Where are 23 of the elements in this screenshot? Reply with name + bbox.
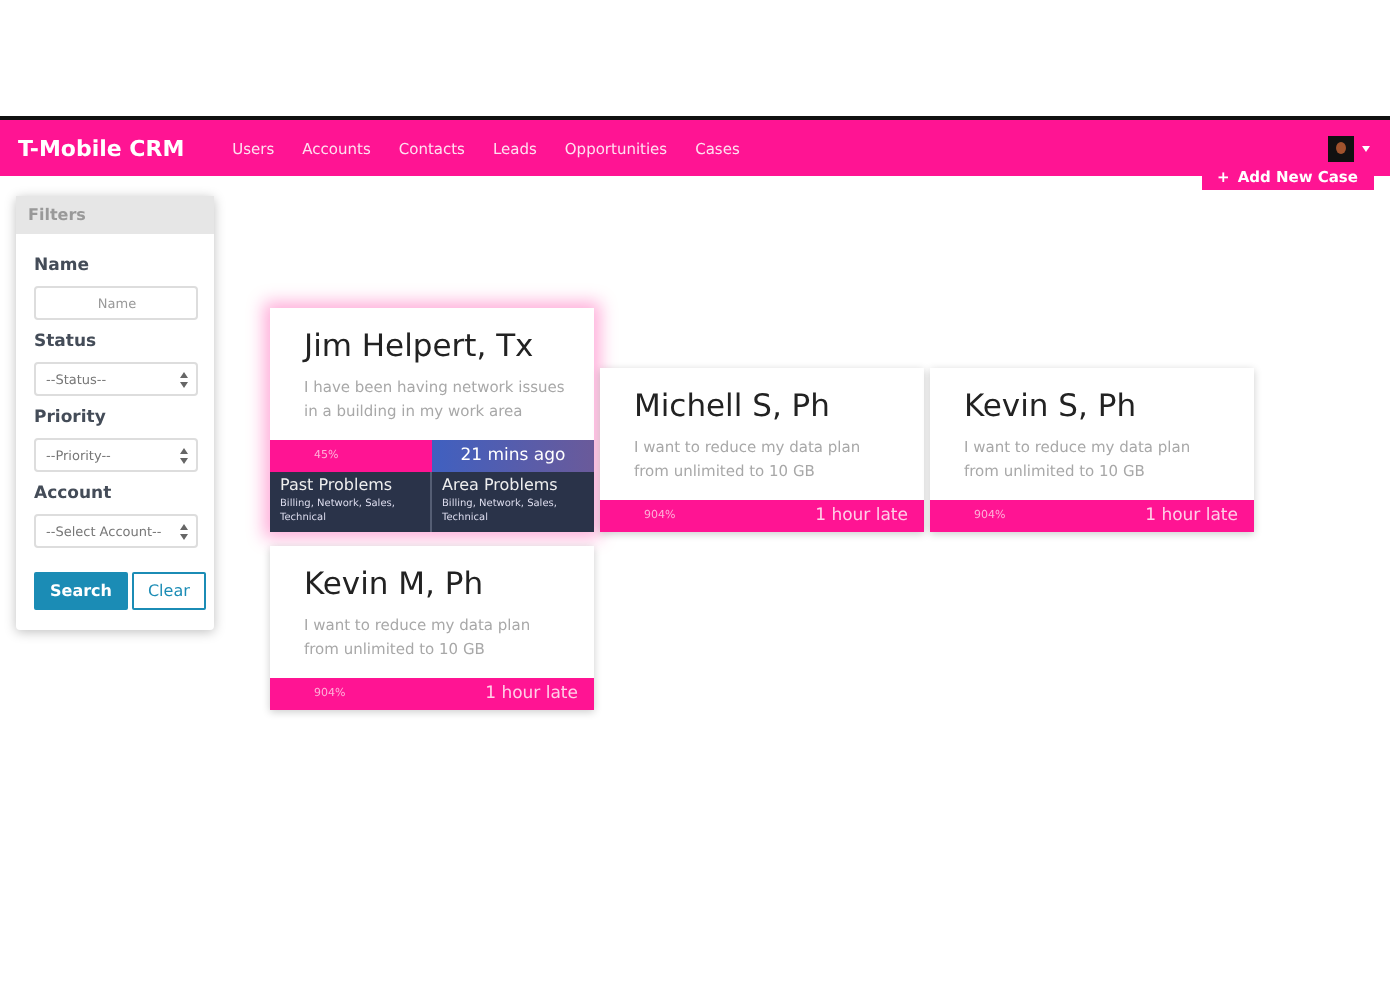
spinner-arrows-icon [180, 371, 188, 387]
problems-title: Area Problems [442, 476, 560, 494]
field-label: Priority [34, 408, 108, 428]
field-label: Name [34, 256, 91, 276]
customer-name: Kevin S, Ph [964, 388, 1139, 424]
customer-name: Kevin M, Ph [304, 566, 486, 602]
field-label: Status [34, 332, 99, 352]
clear-button[interactable]: Clear [131, 572, 206, 610]
time-label: 21 mins ago [432, 440, 594, 472]
spinner-arrows-icon [180, 523, 188, 539]
avatar-icon[interactable] [1328, 135, 1354, 161]
time-label: 1 hour late [1092, 500, 1254, 532]
search-button[interactable]: Search [34, 572, 128, 610]
spinner-arrows-icon [180, 447, 188, 463]
time-label: 1 hour late [762, 500, 924, 532]
customer-name: Michell S, Ph [634, 388, 832, 424]
customer-name: Jim Helpert, Tx [304, 328, 536, 364]
filters-header: Filters [16, 196, 214, 234]
caret-icon[interactable] [1362, 145, 1370, 151]
brand-title[interactable]: T-Mobile CRM [18, 135, 185, 161]
field-label: Account [34, 484, 114, 504]
time-label: 1 hour late [432, 678, 594, 710]
problems-title: Past Problems [280, 476, 395, 494]
